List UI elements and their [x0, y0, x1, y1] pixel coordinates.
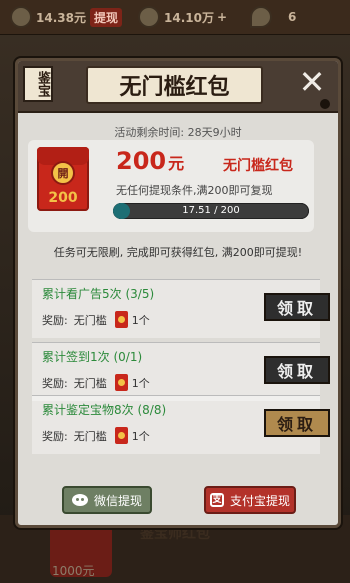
coin-icon [138, 6, 160, 28]
bottom-card-value: 1000元 [52, 564, 95, 578]
reward-name: 无门槛 [73, 376, 107, 390]
top-bar: 14.38元 提现 14.10万 + 6 [0, 0, 350, 35]
task-title: 累计鉴定宝物8次 (8/8) [42, 401, 166, 418]
header-dot [320, 99, 330, 109]
task-notice: 任务可无限刷, 完成即可获得红包, 满200即可提现! [53, 246, 303, 259]
magnifier-icon [250, 6, 272, 28]
progress-text: 17.51 / 200 [182, 205, 240, 216]
reward-count: 1个 [131, 313, 150, 327]
redpacket-icon [114, 311, 128, 328]
remaining-time: 活动剩余时间: 28天9小时 [114, 126, 242, 139]
balance-display: 14.38元 提现 [10, 6, 122, 28]
redpacket-balance-icon [10, 6, 32, 28]
coin-display: 14.10万 + [138, 6, 227, 28]
claim-button[interactable]: 领取 [264, 409, 330, 437]
withdraw-button[interactable]: 提现 [89, 7, 122, 27]
redpacket-condition: 无任何提现条件,满200即可复现 [116, 184, 273, 197]
reward-count: 1个 [131, 376, 150, 390]
task-reward: 奖励: 无门槛 1个 [42, 374, 150, 391]
close-button[interactable]: ✕ [296, 66, 328, 99]
reward-name: 无门槛 [73, 429, 107, 443]
envelope-amount: 200 [48, 190, 78, 206]
task-title: 累计签到1次 (0/1) [42, 348, 142, 365]
redpacket-envelope-icon: 開 200 [37, 147, 89, 211]
task-title-text: 累计鉴定宝物8次 [42, 403, 134, 417]
coin-value: 14.10万 [164, 10, 214, 25]
task-title-text: 累计看广告5次 [42, 287, 122, 301]
progress-bar: 17.51 / 200 [113, 203, 309, 219]
redpacket-dialog: 鉴宝 无门槛红包 ✕ 活动剩余时间: 28天9小时 開 200 200 元 无门槛… [15, 58, 341, 528]
redpacket-icon [114, 427, 128, 444]
task-title: 累计看广告5次 (3/5) [42, 285, 154, 302]
task-progress: (3/5) [125, 287, 155, 301]
task-progress: (8/8) [137, 403, 167, 417]
seal-label: 鉴宝 [23, 66, 53, 102]
balance-value: 14.38元 [36, 10, 86, 25]
task-item: 累计鉴定宝物8次 (8/8) 奖励: 无门槛 1个 领取 [32, 395, 330, 454]
add-coin-icon[interactable]: + [217, 10, 227, 24]
wechat-icon [71, 494, 88, 506]
reward-name: 无门槛 [73, 313, 107, 327]
magnifier-display: 6 [250, 6, 296, 28]
reward-label: 奖励: [42, 376, 68, 390]
task-title-text: 累计签到1次 [42, 350, 110, 364]
alipay-withdraw-label: 支付宝提现 [229, 493, 290, 508]
redpacket-name: 无门槛红包 [223, 158, 293, 174]
amount-unit: 元 [168, 154, 185, 173]
amount-value: 200 [116, 147, 167, 175]
alipay-withdraw-button[interactable]: 支 支付宝提现 [204, 486, 296, 514]
claim-button[interactable]: 领取 [264, 293, 330, 321]
redpacket-icon [114, 374, 128, 391]
reward-label: 奖励: [42, 313, 68, 327]
wechat-withdraw-label: 微信提现 [93, 493, 142, 508]
magnifier-value: 6 [288, 10, 297, 24]
envelope-seal: 開 [51, 161, 75, 185]
task-item: 累计签到1次 (0/1) 奖励: 无门槛 1个 领取 [32, 342, 330, 401]
claim-button[interactable]: 领取 [264, 356, 330, 384]
reward-label: 奖励: [42, 429, 68, 443]
dialog-title: 无门槛红包 [86, 66, 263, 104]
wechat-withdraw-button[interactable]: 微信提现 [62, 486, 152, 514]
redpacket-amount: 200 元 [116, 147, 184, 175]
task-item: 累计看广告5次 (3/5) 奖励: 无门槛 1个 领取 [32, 279, 330, 338]
dialog-header: 鉴宝 无门槛红包 ✕ [18, 61, 338, 113]
task-reward: 奖励: 无门槛 1个 [42, 427, 150, 444]
task-reward: 奖励: 无门槛 1个 [42, 311, 150, 328]
task-progress: (0/1) [113, 350, 143, 364]
alipay-icon: 支 [209, 493, 224, 507]
reward-count: 1个 [131, 429, 150, 443]
